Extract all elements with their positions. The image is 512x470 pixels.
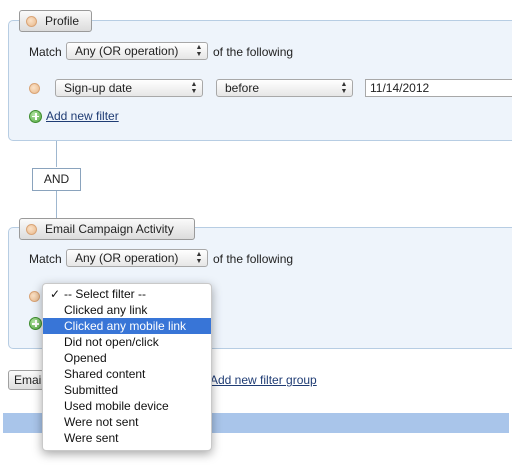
plus-circle-icon[interactable] (29, 317, 42, 330)
dropdown-option-label: Clicked any link (64, 303, 148, 317)
email-activity-group-tab: Email Campaign Activity (19, 218, 195, 240)
add-new-filter-link[interactable]: Add new filter (29, 109, 119, 123)
dropdown-option-shared-content[interactable]: Shared content (43, 366, 211, 382)
dropdown-option-label: Did not open/click (64, 335, 159, 349)
dropdown-option-were-not-sent[interactable]: Were not sent (43, 414, 211, 430)
connector-line-top (56, 141, 57, 167)
match-operation-value: Any (OR operation) (75, 251, 179, 265)
match-label: Match (29, 252, 62, 266)
remove-filter-icon[interactable] (29, 291, 40, 302)
remove-group-icon[interactable] (26, 15, 37, 27)
dropdown-option-label: Used mobile device (64, 399, 169, 413)
dropdown-option-submitted[interactable]: Submitted (43, 382, 211, 398)
dropdown-option-did-not-open-click[interactable]: Did not open/click (43, 334, 211, 350)
dropdown-option-opened[interactable]: Opened (43, 350, 211, 366)
match-suffix: of the following (213, 45, 294, 59)
checkmark-icon: ✓ (50, 287, 61, 301)
dropdown-option-label: -- Select filter -- (64, 287, 147, 301)
dropdown-option-used-mobile-device[interactable]: Used mobile device (43, 398, 211, 414)
dropdown-option-label: Were not sent (64, 415, 139, 429)
updown-arrows-icon: ▲ ▼ (340, 81, 348, 95)
profile-group-title: Profile (45, 14, 80, 28)
remove-group-icon[interactable] (26, 223, 37, 235)
dropdown-option-label: Clicked any mobile link (64, 319, 187, 333)
plus-circle-icon (29, 109, 42, 123)
dropdown-option-label: Opened (64, 351, 107, 365)
dropdown-option-label: Shared content (64, 367, 146, 381)
remove-filter-icon[interactable] (29, 83, 40, 94)
filter-field-select[interactable]: Sign-up date ▲ ▼ (55, 79, 203, 97)
dropdown-option-clicked-any-mobile-link[interactable]: Clicked any mobile link (43, 318, 211, 334)
updown-arrows-icon: ▲ ▼ (190, 81, 198, 95)
add-filter-group-type-select[interactable]: Emai (8, 370, 44, 390)
match-operation-value: Any (OR operation) (75, 44, 179, 58)
segment-builder: Profile Match Any (OR operation) ▲ ▼ of t… (0, 0, 512, 470)
filter-operator-value: before (225, 81, 260, 95)
email-activity-group-title: Email Campaign Activity (45, 222, 174, 236)
profile-group-tab: Profile (19, 10, 92, 32)
and-label: AND (43, 172, 70, 186)
filter-field-value: Sign-up date (64, 81, 133, 95)
dropdown-option-were-sent[interactable]: Were sent (43, 430, 211, 446)
dropdown-option-label: Submitted (64, 383, 119, 397)
match-suffix: of the following (213, 252, 294, 266)
dropdown-option-label: Were sent (64, 431, 119, 445)
match-label: Match (29, 45, 62, 59)
add-new-filter-label: Add new filter (46, 109, 119, 123)
match-operation-select[interactable]: Any (OR operation) ▲ ▼ (66, 42, 208, 60)
add-new-filter-group-label: Add new filter group (210, 373, 317, 387)
add-filter-group-type-value: Emai (14, 373, 42, 387)
select-filter-dropdown[interactable]: ✓ -- Select filter -- Clicked any link C… (42, 283, 212, 451)
updown-arrows-icon: ▲ ▼ (195, 251, 203, 265)
match-operation-select[interactable]: Any (OR operation) ▲ ▼ (66, 249, 208, 267)
dropdown-option-select-filter[interactable]: ✓ -- Select filter -- (43, 286, 211, 302)
updown-arrows-icon: ▲ ▼ (195, 44, 203, 58)
filter-operator-select[interactable]: before ▲ ▼ (216, 79, 353, 97)
filter-date-input[interactable] (365, 79, 512, 97)
dropdown-option-clicked-any-link[interactable]: Clicked any link (43, 302, 211, 318)
and-connector-badge[interactable]: AND (32, 168, 81, 191)
